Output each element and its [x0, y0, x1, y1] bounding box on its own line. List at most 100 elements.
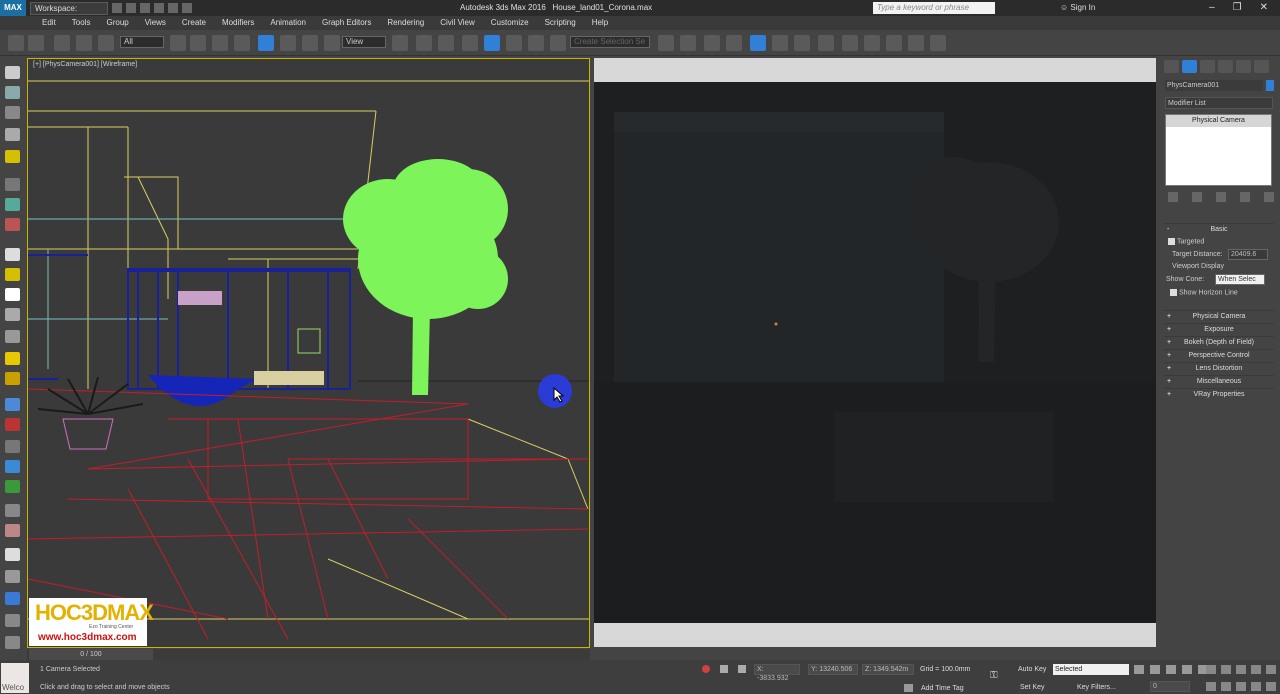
teapot-icon[interactable]	[5, 66, 20, 79]
set-key-icon[interactable]: ⚿	[990, 670, 1010, 681]
spacewarp-icon[interactable]	[5, 198, 20, 211]
walk-through-icon[interactable]	[1236, 682, 1246, 691]
link-icon[interactable]	[54, 35, 70, 51]
orbit-icon[interactable]	[1251, 665, 1261, 674]
systems-icon[interactable]	[5, 218, 20, 231]
sphere-icon[interactable]	[5, 268, 20, 281]
target-distance-spinner[interactable]: 20409.6	[1228, 249, 1268, 260]
select-object-icon[interactable]	[170, 35, 186, 51]
zoom-extents-icon[interactable]	[1206, 682, 1216, 691]
menu-views[interactable]: Views	[137, 16, 174, 30]
z-coordinate-field[interactable]: Z: 1349.542m	[862, 664, 914, 675]
pivot-center-icon[interactable]	[392, 35, 408, 51]
select-and-move-icon[interactable]	[258, 35, 274, 51]
stack-item-physical-camera[interactable]: Physical Camera	[1166, 115, 1271, 127]
app-logo[interactable]: MAX	[0, 0, 26, 16]
modify-tab-icon[interactable]	[1182, 60, 1197, 73]
shape-icon[interactable]	[5, 106, 20, 119]
edit-named-selection-icon[interactable]	[550, 35, 566, 51]
cone-icon[interactable]	[5, 308, 20, 321]
add-time-tag[interactable]: Add Time Tag	[921, 685, 964, 692]
toggle-scene-explorer-icon[interactable]	[704, 35, 720, 51]
zoom-icon[interactable]	[1206, 665, 1216, 674]
set-key-button[interactable]: Set Key	[1020, 684, 1045, 691]
menu-customize[interactable]: Customize	[483, 16, 537, 30]
show-horizon-checkbox[interactable]: Show Horizon Line	[1170, 289, 1238, 296]
render-setup-icon[interactable]	[842, 35, 858, 51]
redo-icon[interactable]	[168, 3, 178, 13]
hierarchy-tab-icon[interactable]	[1200, 60, 1215, 73]
menu-rendering[interactable]: Rendering	[379, 16, 432, 30]
play-icon[interactable]	[1166, 665, 1176, 674]
select-and-place-icon[interactable]	[324, 35, 340, 51]
go-to-start-icon[interactable]	[1134, 665, 1144, 674]
unlink-icon[interactable]	[76, 35, 92, 51]
menu-animation[interactable]: Animation	[262, 16, 314, 30]
align-icon[interactable]	[680, 35, 696, 51]
blue-circle-icon[interactable]	[5, 592, 20, 605]
pyramid-icon[interactable]	[5, 330, 20, 343]
redo-icon[interactable]	[28, 35, 44, 51]
save-file-icon[interactable]	[140, 3, 150, 13]
rollout-bokeh[interactable]: + Bokeh (Depth of Field)	[1164, 336, 1274, 348]
named-selection-dropdown[interactable]: Create Selection Se	[570, 36, 650, 48]
object-color-swatch[interactable]	[1266, 80, 1274, 91]
rectangular-selection-icon[interactable]	[212, 35, 228, 51]
rollout-vray-properties[interactable]: + VRay Properties	[1164, 388, 1274, 400]
motion-tab-icon[interactable]	[1218, 60, 1233, 73]
particle-icon[interactable]	[5, 440, 20, 453]
sphere-display-icon[interactable]	[5, 548, 20, 561]
menu-modifiers[interactable]: Modifiers	[214, 16, 262, 30]
menu-civil-view[interactable]: Civil View	[432, 16, 483, 30]
mirror-icon[interactable]	[658, 35, 674, 51]
render-preview[interactable]	[594, 82, 1156, 623]
time-tag-icon[interactable]	[904, 684, 913, 692]
menu-edit[interactable]: Edit	[34, 16, 64, 30]
x-coordinate-field[interactable]: X: -3833.932	[754, 664, 800, 682]
dolly-icon[interactable]	[1266, 682, 1276, 691]
render-in-cloud-icon[interactable]	[930, 35, 946, 51]
percent-snap-icon[interactable]	[506, 35, 522, 51]
menu-create[interactable]: Create	[174, 16, 214, 30]
sign-in-link[interactable]: ☺ Sign In	[1060, 3, 1095, 12]
selection-lock-icon[interactable]	[720, 665, 728, 673]
pencil-icon[interactable]	[5, 524, 20, 537]
auto-key-button[interactable]: Auto Key	[1018, 666, 1046, 673]
search-input[interactable]: Type a keyword or phrase	[873, 2, 995, 14]
keyboard-shortcut-override-icon[interactable]	[438, 35, 454, 51]
modifier-list-dropdown[interactable]: Modifier List	[1165, 97, 1273, 109]
rollout-lens-distortion[interactable]: + Lens Distortion	[1164, 362, 1274, 374]
curve-editor-icon[interactable]	[772, 35, 788, 51]
zoom-all-icon[interactable]	[1221, 665, 1231, 674]
undo-icon[interactable]	[8, 35, 24, 51]
show-end-result-icon[interactable]	[1192, 192, 1202, 202]
isolate-selection-icon[interactable]	[702, 665, 710, 673]
current-frame-field[interactable]: 0	[1150, 681, 1190, 692]
field-of-view-icon[interactable]	[1236, 665, 1246, 674]
globe-icon[interactable]	[5, 460, 20, 473]
help-icon[interactable]	[5, 636, 20, 649]
make-unique-icon[interactable]	[1216, 192, 1226, 202]
rollout-basic[interactable]: - Basic	[1164, 223, 1274, 235]
maxscript-listener[interactable]: Welco	[1, 663, 29, 693]
select-by-name-icon[interactable]	[190, 35, 206, 51]
key-mode-dropdown[interactable]: Selected	[1053, 664, 1129, 675]
snaps-toggle-icon[interactable]	[462, 35, 478, 51]
close-icon[interactable]: ✕	[1260, 2, 1268, 13]
select-and-rotate-icon[interactable]	[280, 35, 296, 51]
time-slider[interactable]: 0 / 100	[29, 649, 153, 660]
render-production-icon[interactable]	[886, 35, 902, 51]
rollout-miscellaneous[interactable]: + Miscellaneous	[1164, 375, 1274, 387]
camera-icon[interactable]	[5, 150, 20, 163]
absolute-mode-icon[interactable]	[738, 665, 746, 673]
project-folder-icon[interactable]	[182, 3, 192, 13]
plane-icon[interactable]	[5, 248, 20, 261]
rollout-exposure[interactable]: + Exposure	[1164, 323, 1274, 335]
zoom-extents-all-icon[interactable]	[1221, 682, 1231, 691]
selection-filter-dropdown[interactable]: All	[120, 36, 164, 48]
rendered-frame-window-icon[interactable]	[864, 35, 880, 51]
utility-icon[interactable]	[5, 570, 20, 583]
sphere-light-icon[interactable]	[5, 372, 20, 385]
menu-tools[interactable]: Tools	[64, 16, 99, 30]
targeted-checkbox[interactable]: Targeted	[1168, 238, 1204, 245]
